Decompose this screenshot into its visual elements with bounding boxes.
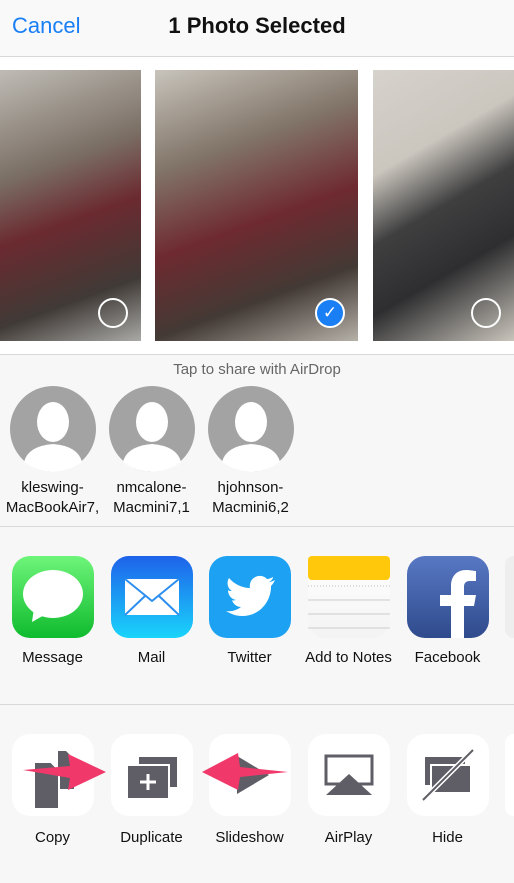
photo-thumbnail[interactable]: ✓ <box>155 70 358 341</box>
action-label: AirPlay <box>324 829 373 846</box>
action-icon <box>505 734 514 816</box>
selection-circle-icon[interactable] <box>471 298 501 328</box>
airplay-button[interactable]: AirPlay <box>299 734 398 846</box>
airdrop-title: Tap to share with AirDrop <box>173 361 341 378</box>
action-label: Copy <box>34 829 71 846</box>
more-action-button[interactable] <box>505 734 514 816</box>
airdrop-section: Tap to share with AirDrop kleswing- MacBo… <box>0 355 514 527</box>
slideshow-button[interactable]: Slideshow <box>200 734 299 846</box>
action-label: Slideshow <box>215 829 284 846</box>
facebook-icon <box>406 556 489 638</box>
peer-name-line2: MacBookAir7, <box>5 499 100 516</box>
peer-name-line1: kleswing- <box>21 479 84 496</box>
person-avatar-icon <box>9 386 96 472</box>
mail-icon <box>110 556 193 638</box>
notes-icon <box>307 556 390 638</box>
app-facebook[interactable]: Facebook <box>398 556 497 666</box>
airdrop-peer[interactable]: kleswing- MacBookAir7, <box>3 386 102 518</box>
photo-thumbnail[interactable] <box>373 70 514 341</box>
app-label: Facebook <box>414 649 481 666</box>
message-icon <box>11 556 94 638</box>
person-avatar-icon <box>207 386 294 472</box>
app-label: Mail <box>137 649 166 666</box>
slideshow-icon <box>208 734 291 816</box>
airdrop-peer[interactable]: nmcalone- Macmini7,1 <box>102 386 201 518</box>
app-notes[interactable]: Add to Notes <box>299 556 398 666</box>
page-title: 1 Photo Selected <box>168 13 346 38</box>
checkmark-icon[interactable]: ✓ <box>315 298 345 328</box>
app-more[interactable] <box>505 556 514 638</box>
airplay-icon <box>307 734 390 816</box>
app-message[interactable]: Message <box>3 556 102 666</box>
twitter-icon <box>208 556 291 638</box>
nav-bar: Cancel 1 Photo Selected <box>0 0 514 57</box>
peer-name-line2: Macmini7,1 <box>113 499 190 516</box>
duplicate-button[interactable]: Duplicate <box>102 734 201 846</box>
share-apps-row: Message Mail Twitter Add to Notes Facebo… <box>0 527 514 705</box>
app-label: Twitter <box>227 649 272 666</box>
action-label: Duplicate <box>120 829 183 846</box>
actions-row: Copy Duplicate Slideshow AirPlay Hide <box>0 705 514 883</box>
copy-button[interactable]: Copy <box>3 734 102 846</box>
app-mail[interactable]: Mail <box>102 556 201 666</box>
app-icon <box>505 556 514 638</box>
peer-name-line1: hjohnson- <box>217 479 284 496</box>
app-twitter[interactable]: Twitter <box>200 556 299 666</box>
selection-circle-icon[interactable] <box>98 298 128 328</box>
person-avatar-icon <box>108 386 195 472</box>
copy-icon <box>11 734 94 816</box>
app-label: Message <box>22 649 83 666</box>
photo-strip[interactable]: ✓ <box>0 57 514 355</box>
action-label: Hide <box>432 829 463 846</box>
hide-button[interactable]: Hide <box>398 734 497 846</box>
airdrop-peer[interactable]: hjohnson- Macmini6,2 <box>201 386 300 518</box>
peer-name-line2: Macmini6,2 <box>212 499 289 516</box>
hide-icon <box>406 734 489 816</box>
photo-thumbnail[interactable] <box>0 70 141 341</box>
duplicate-icon <box>110 734 193 816</box>
peer-name-line1: nmcalone- <box>116 479 187 496</box>
app-label: Add to Notes <box>305 649 392 666</box>
